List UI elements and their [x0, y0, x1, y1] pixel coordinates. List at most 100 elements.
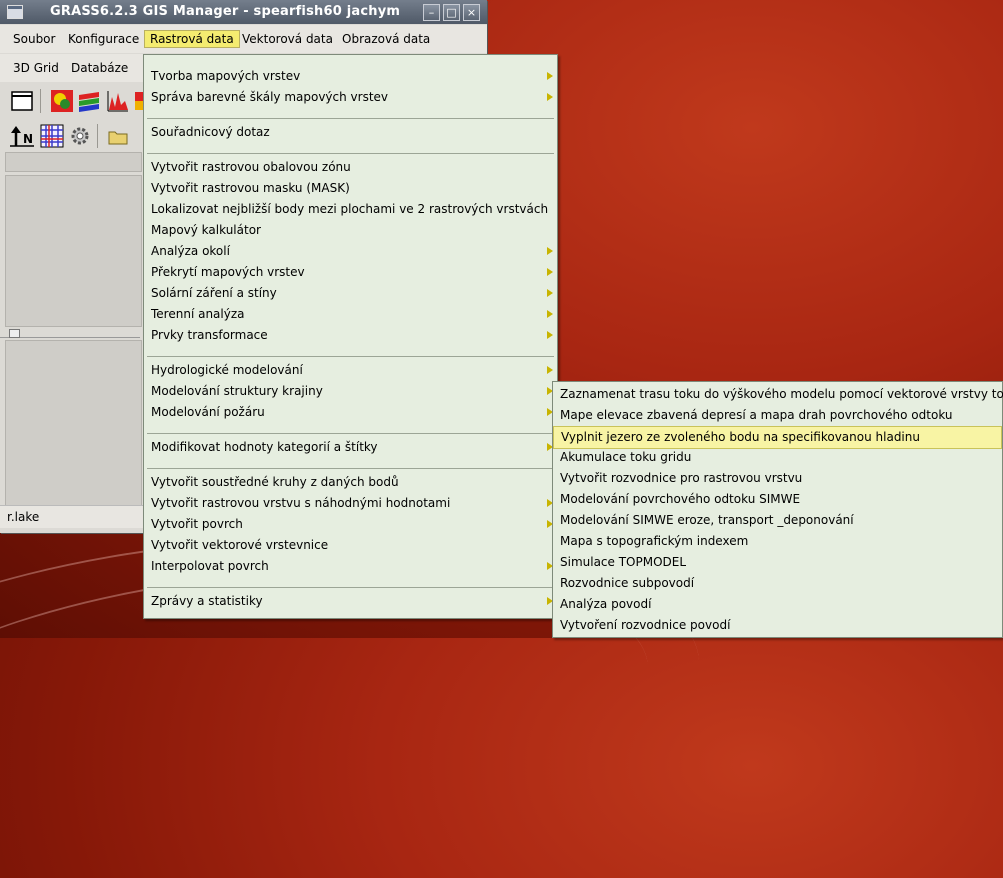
minimize-button[interactable]: –: [423, 4, 440, 21]
menu-item-lokalizovat-nejblizsi-body-mezi-plochami-ve-2-rastrovych-vrstvach[interactable]: Lokalizovat nejbližší body mezi plochami…: [144, 199, 557, 220]
submenu-arrow-icon: [547, 366, 553, 374]
menu-item-souradnicovy-dotaz[interactable]: Souřadnicový dotaz: [144, 122, 557, 143]
maximize-button[interactable]: □: [443, 4, 460, 21]
menu-item-vytvorit-soustredne-kruhy-z-danych-bodu[interactable]: Vytvořit soustředné kruhy z daných bodů: [144, 472, 557, 493]
submenu-item-simulace-topmodel[interactable]: Simulace TOPMODEL: [553, 552, 1002, 573]
histogram-icon[interactable]: [106, 89, 130, 113]
window-app-icon[interactable]: [7, 5, 23, 19]
menu-separator: [147, 153, 554, 154]
menu-item-label: Vytvořit rastrovou vrstvu s náhodnými ho…: [151, 496, 451, 510]
menu-item-label: Překrytí mapových vrstev: [151, 265, 305, 279]
submenu-item-analyza-povodi[interactable]: Analýza povodí: [553, 594, 1002, 615]
submenu-item-label: Vytvoření rozvodnice povodí: [560, 618, 731, 632]
title-bar[interactable]: GRASS6.2.3 GIS Manager - spearfish60 jac…: [0, 0, 487, 24]
menu-item-label: Zprávy a statistiky: [151, 594, 263, 608]
menu-separator: [147, 433, 554, 434]
menu-item-label: Analýza okolí: [151, 244, 230, 258]
menu-item-modifikovat-hodnoty-kategorii-a-stitky[interactable]: Modifikovat hodnoty kategorií a štítky: [144, 437, 557, 458]
submenu-item-vytvoreni-rozvodnice-povodi[interactable]: Vytvoření rozvodnice povodí: [553, 615, 1002, 636]
submenu-arrow-icon: [547, 93, 553, 101]
pane-splitter[interactable]: [0, 327, 140, 338]
menu-separator: [147, 356, 554, 357]
menu-item-label: Hydrologické modelování: [151, 363, 303, 377]
menu-item-solarni-zareni-a-stiny[interactable]: Solární záření a stíny: [144, 283, 557, 304]
menu-item-label: Terenní analýza: [151, 307, 245, 321]
menu-item-zpravy-a-statistiky[interactable]: Zprávy a statistiky: [144, 591, 557, 612]
options-panel: [5, 340, 142, 507]
grid-icon[interactable]: [40, 124, 64, 148]
raster-data-menu: Tvorba mapových vrstev Správa barevné šká…: [143, 54, 558, 619]
splitter-handle[interactable]: [9, 329, 20, 338]
submenu-item-vyplnit-jezero-ze-zvoleneho-bodu-na-specifikovanou-hladinu[interactable]: Vyplnit jezero ze zvoleného bodu na spec…: [553, 426, 1002, 449]
layer-tree-header: [5, 152, 142, 172]
menu-item-sprava-barevne-skaly-mapovych-vrstev[interactable]: Správa barevné škály mapových vrstev: [144, 87, 557, 108]
submenu-item-label: Mapa s topografickým indexem: [560, 534, 749, 548]
submenu-item-modelovani-simwe-eroze-transport-deponovani[interactable]: Modelování SIMWE eroze, transport _depon…: [553, 510, 1002, 531]
menu-item-interpolovat-povrch[interactable]: Interpolovat povrch: [144, 556, 557, 577]
submenu-arrow-icon: [547, 289, 553, 297]
submenu-arrow-icon: [547, 247, 553, 255]
menu-item-vytvorit-rastrovou-masku-mask[interactable]: Vytvořit rastrovou masku (MASK): [144, 178, 557, 199]
submenu-arrow-icon: [547, 331, 553, 339]
menu-konfigurace[interactable]: Konfigurace: [68, 32, 139, 46]
menu-item-terenni-analyza[interactable]: Terenní analýza: [144, 304, 557, 325]
submenu-arrow-icon: [547, 310, 553, 318]
menu-item-label: Modelování struktury krajiny: [151, 384, 323, 398]
menu-item-vytvorit-povrch[interactable]: Vytvořit povrch: [144, 514, 557, 535]
submenu-item-vytvorit-rozvodnice-pro-rastrovou-vrstvu[interactable]: Vytvořit rozvodnice pro rastrovou vrstvu: [553, 468, 1002, 489]
svg-text:N: N: [23, 132, 33, 146]
menu-vektorova-data[interactable]: Vektorová data: [242, 32, 333, 46]
menu-item-tvorba-mapovych-vrstev[interactable]: Tvorba mapových vrstev: [144, 66, 557, 87]
new-display-icon[interactable]: [10, 89, 34, 113]
toolbar-separator: [40, 89, 41, 113]
submenu-item-modelovani-povrchoveho-odtoku-simwe[interactable]: Modelování povrchového odtoku SIMWE: [553, 489, 1002, 510]
menu-item-label: Tvorba mapových vrstev: [151, 69, 301, 83]
rgb-layers-icon[interactable]: [77, 89, 101, 113]
menu-item-vytvorit-rastrovou-vrstvu-s-nahodnymi-hodnotami[interactable]: Vytvořit rastrovou vrstvu s náhodnými ho…: [144, 493, 557, 514]
menu-item-prvky-transformace[interactable]: Prvky transformace: [144, 325, 557, 346]
folder-icon[interactable]: [106, 124, 130, 148]
menu-item-label: Modifikovat hodnoty kategorií a štítky: [151, 440, 378, 454]
close-button[interactable]: ×: [463, 4, 480, 21]
menu-item-label: Vytvořit vektorové vrstevnice: [151, 538, 329, 552]
submenu-item-label: Akumulace toku gridu: [560, 450, 692, 464]
menu-item-label: Mapový kalkulátor: [151, 223, 261, 237]
gear-icon[interactable]: [68, 124, 92, 148]
submenu-item-label: Vyplnit jezero ze zvoleného bodu na spec…: [561, 430, 920, 444]
menu-item-mapovy-kalkulator[interactable]: Mapový kalkulátor: [144, 220, 557, 241]
menu-separator: [147, 468, 554, 469]
submenu-item-rozvodnice-subpovodi[interactable]: Rozvodnice subpovodí: [553, 573, 1002, 594]
submenu-item-label: Simulace TOPMODEL: [560, 555, 687, 569]
menu-item-prekryti-mapovych-vrstev[interactable]: Překrytí mapových vrstev: [144, 262, 557, 283]
menu-item-label: Vytvořit povrch: [151, 517, 243, 531]
menu-separator: [147, 587, 554, 588]
menu-item-label: Lokalizovat nejbližší body mezi plochami…: [151, 202, 549, 216]
menu-item-label: Správa barevné škály mapových vrstev: [151, 90, 389, 104]
submenu-item-mapa-s-topografickym-indexem[interactable]: Mapa s topografickým indexem: [553, 531, 1002, 552]
menu-item-vytvorit-rastrovou-obalovou-zonu[interactable]: Vytvořit rastrovou obalovou zónu: [144, 157, 557, 178]
menu-soubor[interactable]: Soubor: [13, 32, 55, 46]
submenu-item-zaznamenat-trasu-toku-do-vyskoveho-modelu-pomoci-vektorove-vrstvy-toku[interactable]: Zaznamenat trasu toku do výškového model…: [553, 384, 1003, 405]
menu-item-modelovani-pozaru[interactable]: Modelování požáru: [144, 402, 557, 423]
submenu-item-akumulace-toku-gridu[interactable]: Akumulace toku gridu: [553, 447, 1002, 468]
menu-rastrova-data[interactable]: Rastrová data: [144, 30, 240, 48]
menu-item-analyza-okoli[interactable]: Analýza okolí: [144, 241, 557, 262]
menu-3d-grid[interactable]: 3D Grid: [13, 61, 59, 75]
submenu-item-mape-elevace-zbavena-depresi-a-mapa-drah-povrchoveho-odtoku[interactable]: Mape elevace zbavená depresí a mapa drah…: [553, 405, 1002, 426]
menu-obrazova-data[interactable]: Obrazová data: [342, 32, 430, 46]
hydrology-submenu: Zaznamenat trasu toku do výškového model…: [552, 381, 1003, 638]
menu-item-modelovani-struktury-krajiny[interactable]: Modelování struktury krajiny: [144, 381, 557, 402]
menu-item-vytvorit-vektorove-vrstevnice[interactable]: Vytvořit vektorové vrstevnice: [144, 535, 557, 556]
menu-item-label: Prvky transformace: [151, 328, 268, 342]
north-arrow-icon[interactable]: N: [10, 124, 34, 148]
menu-item-hydrologicke-modelovani[interactable]: Hydrologické modelování: [144, 360, 557, 381]
submenu-item-label: Modelování povrchového odtoku SIMWE: [560, 492, 801, 506]
submenu-arrow-icon: [547, 268, 553, 276]
layer-tree-panel[interactable]: [5, 175, 142, 327]
raster-map-icon[interactable]: [50, 89, 74, 113]
submenu-item-label: Analýza povodí: [560, 597, 652, 611]
menu-item-label: Vytvořit rastrovou masku (MASK): [151, 181, 350, 195]
menu-databaze[interactable]: Databáze: [71, 61, 128, 75]
submenu-item-label: Rozvodnice subpovodí: [560, 576, 695, 590]
submenu-item-label: Vytvořit rozvodnice pro rastrovou vrstvu: [560, 471, 803, 485]
